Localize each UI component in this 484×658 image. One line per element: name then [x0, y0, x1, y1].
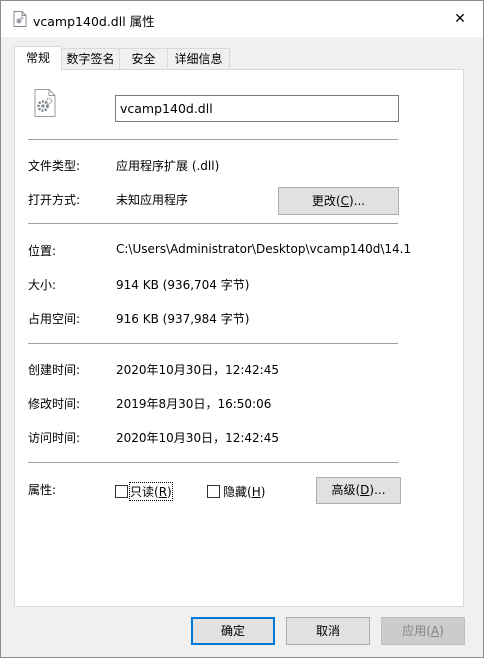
ok-button-label: 确定 — [220, 624, 245, 638]
advanced-button-label-end: )... — [369, 483, 386, 497]
hidden-accesskey: H — [251, 485, 261, 499]
close-icon: ✕ — [454, 11, 466, 27]
readonly-label-text: 只读( — [130, 485, 159, 499]
cancel-button[interactable]: 取消 — [286, 617, 370, 645]
general-tab-panel: 文件类型: 应用程序扩展 (.dll) 打开方式: 未知应用程序 更改(C)..… — [14, 69, 464, 607]
created-value: 2020年10月30日，12:42:45 — [116, 363, 279, 377]
size-on-disk-value: 916 KB (937,984 字节) — [116, 312, 250, 326]
hidden-label-text: 隐藏( — [223, 485, 252, 499]
readonly-accesskey: R — [158, 485, 168, 499]
modified-value: 2019年8月30日，16:50:06 — [116, 397, 272, 411]
tab-label: 数字签名 — [66, 52, 115, 66]
tab-label: 常规 — [25, 51, 50, 65]
accessed-label: 访问时间: — [28, 431, 81, 445]
opens-with-label: 打开方式: — [28, 193, 81, 207]
separator — [28, 139, 398, 140]
size-label: 大小: — [28, 278, 57, 292]
tab-label: 详细信息 — [174, 52, 223, 66]
modified-label: 修改时间: — [28, 397, 81, 411]
separator — [28, 343, 398, 344]
location-value: C:\Users\Administrator\Desktop\vcamp140d… — [116, 242, 412, 256]
readonly-checkbox[interactable] — [115, 485, 128, 498]
separator — [28, 223, 398, 224]
window-title: vcamp140d.dll 属性 — [33, 14, 155, 29]
hidden-checkbox-label[interactable]: 隐藏(H) — [223, 483, 265, 500]
created-label: 创建时间: — [28, 363, 81, 377]
separator — [28, 462, 398, 463]
change-button-accesskey: C — [340, 194, 349, 208]
tab-digital-signatures[interactable]: 数字签名 — [61, 48, 120, 70]
file-icon — [13, 11, 27, 27]
size-on-disk-label: 占用空间: — [28, 312, 81, 326]
apply-button[interactable]: 应用(A) — [381, 617, 465, 645]
file-name-input[interactable] — [115, 95, 399, 122]
file-type-value: 应用程序扩展 (.dll) — [116, 159, 220, 173]
advanced-button-label: 高级( — [331, 483, 361, 497]
hidden-label-end: ) — [260, 485, 266, 499]
title-bar[interactable]: vcamp140d.dll 属性 ✕ — [1, 1, 483, 37]
properties-dialog: vcamp140d.dll 属性 ✕ 常规 数字签名 安全 详细信息 vcamp… — [0, 0, 484, 658]
attributes-label: 属性: — [28, 483, 57, 497]
readonly-checkbox-label[interactable]: 只读(R) — [129, 482, 173, 501]
tab-general[interactable]: 常规 — [14, 46, 62, 71]
ok-button[interactable]: 确定 — [191, 617, 275, 645]
tab-security[interactable]: 安全 — [119, 48, 168, 70]
hidden-checkbox[interactable] — [207, 485, 220, 498]
cancel-button-label: 取消 — [315, 624, 340, 638]
change-button-label: 更改( — [311, 194, 341, 208]
tab-details[interactable]: 详细信息 — [167, 48, 230, 70]
opens-with-value: 未知应用程序 — [116, 193, 189, 207]
apply-button-label-end: ) — [439, 624, 444, 638]
apply-button-accesskey: A — [430, 624, 440, 638]
advanced-button[interactable]: 高级(D)... — [316, 477, 401, 504]
location-label: 位置: — [28, 244, 57, 258]
apply-button-label: 应用( — [402, 624, 431, 638]
file-type-label: 文件类型: — [28, 159, 81, 173]
readonly-label-end: ) — [167, 485, 172, 499]
change-button[interactable]: 更改(C)... — [278, 187, 399, 215]
size-value: 914 KB (936,704 字节) — [116, 278, 250, 292]
dll-gear-file-icon — [34, 89, 56, 117]
tab-label: 安全 — [131, 52, 156, 66]
accessed-value: 2020年10月30日，12:42:45 — [116, 431, 279, 445]
close-button[interactable]: ✕ — [437, 1, 483, 37]
change-button-label-end: )... — [348, 194, 366, 208]
